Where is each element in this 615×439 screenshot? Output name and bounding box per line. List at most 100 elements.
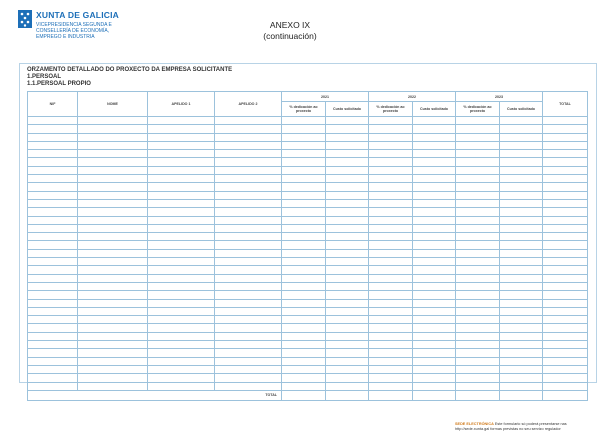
table-cell[interactable] [147, 315, 215, 325]
table-cell[interactable] [281, 232, 326, 242]
table-cell[interactable] [147, 265, 215, 275]
table-cell[interactable] [412, 373, 456, 383]
table-cell[interactable] [147, 348, 215, 358]
table-cell[interactable] [147, 198, 215, 209]
table-cell[interactable] [455, 132, 500, 142]
table-cell[interactable] [499, 381, 543, 391]
table-cell[interactable] [412, 140, 456, 151]
table-cell[interactable] [455, 124, 500, 134]
table-cell[interactable] [499, 306, 543, 317]
table-cell[interactable] [147, 207, 215, 217]
table-cell[interactable] [455, 157, 500, 167]
table-cell[interactable] [214, 373, 282, 383]
table-cell[interactable] [27, 174, 78, 184]
table-cell[interactable] [214, 257, 282, 267]
table-cell[interactable] [281, 298, 326, 308]
table-cell[interactable] [325, 356, 369, 366]
table-cell[interactable] [281, 315, 326, 325]
table-cell[interactable] [77, 149, 148, 159]
table-cell[interactable] [542, 273, 588, 283]
table-cell[interactable] [499, 182, 543, 192]
table-cell[interactable] [542, 207, 588, 217]
table-cell[interactable] [27, 198, 78, 209]
table-cell[interactable] [542, 281, 588, 292]
table-cell[interactable] [542, 115, 588, 126]
table-cell[interactable] [214, 140, 282, 151]
table-cell[interactable] [214, 149, 282, 159]
table-cell[interactable] [368, 115, 413, 126]
table-cell[interactable] [412, 381, 456, 391]
table-cell[interactable] [368, 364, 413, 375]
table-cell[interactable] [368, 149, 413, 159]
table-cell[interactable] [77, 315, 148, 325]
table-cell[interactable] [214, 124, 282, 134]
table-cell[interactable] [27, 215, 78, 225]
table-cell[interactable] [325, 223, 369, 234]
table-cell[interactable] [281, 364, 326, 375]
table-cell[interactable] [77, 215, 148, 225]
table-cell[interactable] [368, 257, 413, 267]
table-cell[interactable] [455, 248, 500, 259]
table-cell[interactable] [455, 381, 500, 391]
table-cell[interactable] [499, 215, 543, 225]
table-cell[interactable] [412, 348, 456, 358]
table-cell[interactable] [325, 207, 369, 217]
table-cell[interactable] [542, 265, 588, 275]
table-cell[interactable] [499, 240, 543, 250]
table-cell[interactable] [77, 273, 148, 283]
table-cell[interactable] [77, 140, 148, 151]
table-cell[interactable] [325, 348, 369, 358]
table-cell[interactable] [499, 132, 543, 142]
table-cell[interactable] [77, 381, 148, 391]
table-cell[interactable] [412, 182, 456, 192]
table-cell[interactable] [214, 273, 282, 283]
table-cell[interactable] [542, 124, 588, 134]
table-cell[interactable] [214, 182, 282, 192]
table-cell[interactable] [77, 306, 148, 317]
table-cell[interactable] [147, 124, 215, 134]
table-cell[interactable] [147, 273, 215, 283]
table-cell[interactable] [281, 356, 326, 366]
total-cell[interactable] [455, 389, 500, 401]
table-cell[interactable] [542, 356, 588, 366]
table-cell[interactable] [214, 232, 282, 242]
table-cell[interactable] [214, 248, 282, 259]
table-cell[interactable] [281, 348, 326, 358]
table-cell[interactable] [281, 174, 326, 184]
table-cell[interactable] [455, 115, 500, 126]
table-cell[interactable] [499, 198, 543, 209]
table-cell[interactable] [27, 182, 78, 192]
table-cell[interactable] [147, 190, 215, 200]
table-cell[interactable] [214, 115, 282, 126]
table-cell[interactable] [412, 223, 456, 234]
table-cell[interactable] [412, 315, 456, 325]
table-cell[interactable] [281, 140, 326, 151]
table-cell[interactable] [499, 265, 543, 275]
table-cell[interactable] [542, 348, 588, 358]
table-cell[interactable] [455, 165, 500, 176]
table-cell[interactable] [455, 331, 500, 342]
table-cell[interactable] [412, 290, 456, 300]
table-cell[interactable] [542, 215, 588, 225]
table-cell[interactable] [77, 257, 148, 267]
table-cell[interactable] [77, 240, 148, 250]
table-cell[interactable] [325, 149, 369, 159]
table-cell[interactable] [499, 165, 543, 176]
table-cell[interactable] [281, 265, 326, 275]
table-cell[interactable] [325, 281, 369, 292]
table-cell[interactable] [325, 381, 369, 391]
table-cell[interactable] [325, 364, 369, 375]
table-cell[interactable] [77, 356, 148, 366]
table-cell[interactable] [214, 290, 282, 300]
table-cell[interactable] [27, 356, 78, 366]
table-cell[interactable] [27, 223, 78, 234]
table-cell[interactable] [27, 190, 78, 200]
table-cell[interactable] [214, 381, 282, 391]
table-cell[interactable] [542, 364, 588, 375]
table-cell[interactable] [77, 298, 148, 308]
table-cell[interactable] [147, 331, 215, 342]
table-cell[interactable] [77, 157, 148, 167]
table-cell[interactable] [147, 240, 215, 250]
table-cell[interactable] [368, 290, 413, 300]
table-cell[interactable] [455, 190, 500, 200]
